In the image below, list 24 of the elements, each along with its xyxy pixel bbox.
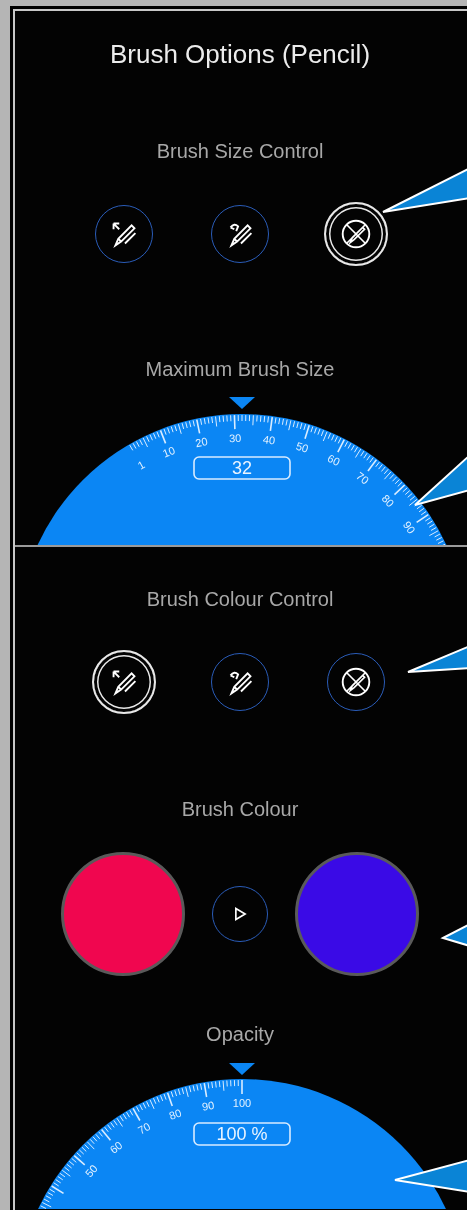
scale-label: 10: [160, 443, 177, 460]
panel-title: Brush Options (Pencil): [108, 39, 372, 69]
section-label: Brush Size Control: [155, 139, 325, 163]
section-label: Brush Colour Control: [145, 587, 335, 611]
scale-label: 20: [194, 434, 209, 450]
scale-label: 90: [201, 1098, 216, 1113]
section-label: Opacity: [205, 1022, 275, 1046]
scale-label: 40: [262, 433, 277, 447]
section-label: Brush Colour: [180, 797, 300, 821]
scale-label: 70: [354, 469, 372, 487]
scale-label: 50: [294, 439, 310, 455]
value-readout: 32: [193, 456, 291, 480]
scale-label: 100: [232, 1096, 252, 1109]
scale-label: 80: [379, 492, 397, 510]
scale-label: 70: [135, 1120, 153, 1137]
scale-label: 90: [400, 518, 418, 536]
scale-label: 50: [82, 1162, 100, 1180]
value-readout: 100 %: [193, 1122, 291, 1146]
scale-label: 30: [228, 431, 242, 445]
scale-label: 80: [167, 1106, 183, 1122]
scale-label: 60: [325, 451, 342, 469]
section-label: Maximum Brush Size: [144, 357, 336, 381]
scale-label: 1: [135, 458, 147, 472]
scale-label: 60: [107, 1138, 125, 1156]
